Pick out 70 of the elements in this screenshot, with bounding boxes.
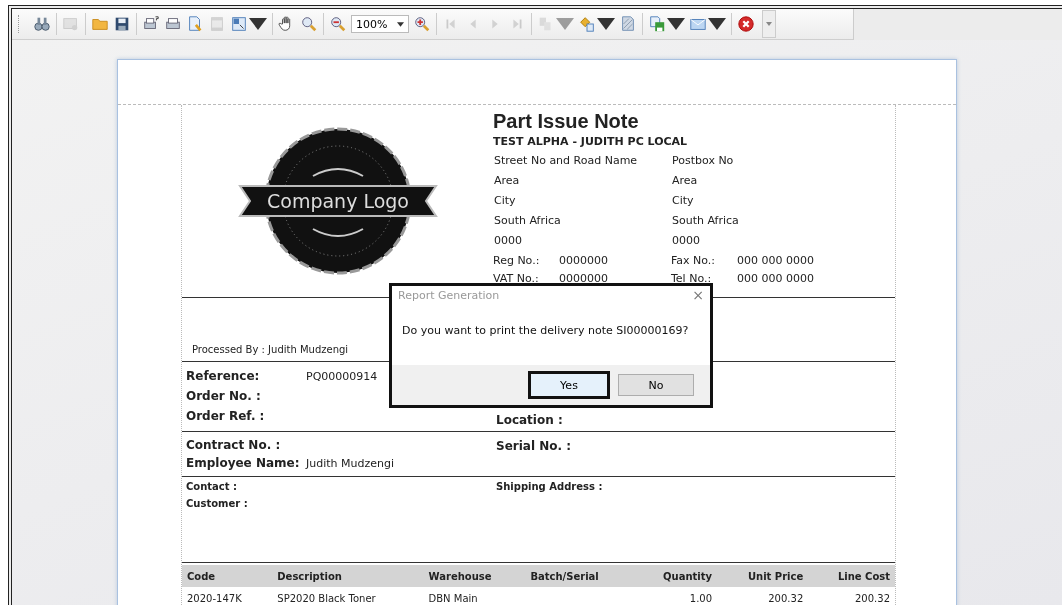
address-line: Area bbox=[494, 174, 520, 187]
header-footer-icon bbox=[208, 15, 226, 33]
close-button[interactable]: × bbox=[692, 289, 704, 303]
column-header: Unit Price bbox=[717, 565, 809, 587]
close-icon bbox=[737, 15, 755, 33]
field-label: Reg No.: bbox=[493, 253, 541, 267]
dialog-button[interactable]: No bbox=[618, 374, 694, 396]
table-cell: 200.32 bbox=[717, 587, 809, 605]
column-header: Warehouse bbox=[423, 565, 526, 587]
field-label: Order No. : bbox=[186, 389, 262, 403]
processed-by-text: Processed By : Judith Mudzengi bbox=[192, 344, 349, 355]
field-label: Customer : bbox=[186, 498, 249, 511]
field-label: Serial No. : bbox=[496, 439, 572, 453]
scale-page-icon bbox=[230, 15, 248, 33]
table-cell: 2020-147K bbox=[182, 587, 273, 605]
table-cell: DBN Main bbox=[423, 587, 526, 605]
field-label: VAT No.: bbox=[493, 271, 540, 285]
toolbar-overflow-button[interactable] bbox=[762, 10, 776, 38]
magnifier-icon bbox=[300, 15, 318, 33]
column-header: Code bbox=[182, 565, 273, 587]
binoculars-icon bbox=[33, 15, 51, 33]
field-value: 000 000 0000 bbox=[737, 271, 814, 285]
field-label: Shipping Address : bbox=[496, 481, 603, 494]
address-line: South Africa bbox=[672, 214, 739, 227]
company-name: TEST ALPHA - JUDITH PC LOCAL bbox=[493, 135, 689, 148]
report-settings-icon bbox=[62, 15, 80, 33]
zoom-in-icon bbox=[413, 15, 431, 33]
dialog-message: Do you want to print the delivery note SI00000169? bbox=[402, 324, 689, 337]
field-value: Judith Mudzengi bbox=[306, 456, 395, 470]
caret-icon bbox=[766, 22, 772, 26]
dialog-title: Report Generation bbox=[398, 289, 500, 303]
column-header: Batch/Serial bbox=[525, 565, 635, 587]
table-cell: SP2020 Black Toner bbox=[272, 587, 424, 605]
column-header: Quantity bbox=[634, 565, 718, 587]
field-value: PQ00000914 bbox=[306, 369, 378, 383]
export-disk-icon bbox=[648, 15, 666, 33]
field-value: 0000000 bbox=[559, 271, 608, 285]
address-line: Area bbox=[672, 174, 698, 187]
page-wrench-icon bbox=[186, 15, 204, 33]
column-header: Description bbox=[272, 565, 424, 587]
field-label: Contact : bbox=[186, 481, 239, 494]
field-label: Employee Name: bbox=[186, 456, 301, 470]
field-label: Contract No. : bbox=[186, 438, 281, 452]
address-line: City bbox=[672, 194, 694, 207]
address-line: City bbox=[494, 194, 516, 207]
field-value: 0000000 bbox=[559, 253, 608, 267]
field-label: Fax No.: bbox=[671, 253, 717, 267]
save-icon bbox=[113, 15, 131, 33]
address-line: 0000 bbox=[672, 234, 700, 247]
table-cell: 1.00 bbox=[634, 587, 718, 605]
paint-bucket-icon bbox=[578, 15, 596, 33]
hatched-page-icon bbox=[619, 15, 637, 33]
zoom-out-icon bbox=[329, 15, 347, 33]
address-line: 0000 bbox=[494, 234, 522, 247]
column-header: Line Cost bbox=[808, 565, 895, 587]
table-cell: 200.32 bbox=[808, 587, 895, 605]
logo-text: Company Logo bbox=[266, 190, 409, 212]
report-title: Part Issue Note bbox=[493, 110, 640, 133]
field-label: Tel No.: bbox=[671, 271, 713, 285]
zoom-dropdown[interactable]: 100% bbox=[351, 15, 409, 33]
dialog-button[interactable]: Yes bbox=[528, 371, 610, 399]
address-line: South Africa bbox=[494, 214, 561, 227]
close-button[interactable] bbox=[737, 13, 755, 35]
caret-icon bbox=[397, 21, 404, 27]
address-line: Postbox No bbox=[672, 154, 734, 167]
field-label: Order Ref. : bbox=[186, 409, 266, 423]
address-line: Street No and Road Name bbox=[494, 154, 638, 167]
field-label: Location : bbox=[496, 413, 563, 427]
field-label: Reference: bbox=[186, 369, 261, 383]
field-value: 000 000 0000 bbox=[737, 253, 814, 267]
